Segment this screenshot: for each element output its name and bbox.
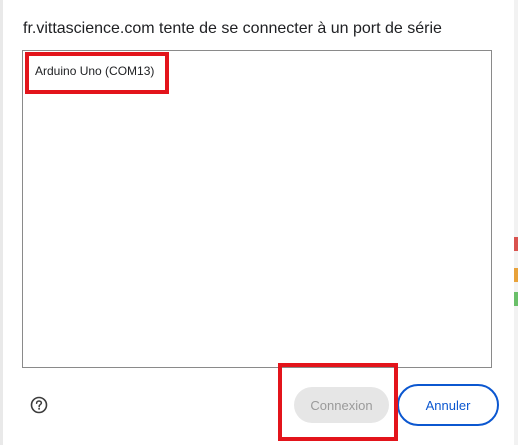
dialog-title: fr.vittascience.com tente de se connecte… bbox=[23, 20, 442, 37]
background-edge-mark bbox=[514, 237, 518, 251]
serial-port-dialog: fr.vittascience.com tente de se connecte… bbox=[3, 0, 514, 445]
background-edge-mark bbox=[514, 292, 518, 306]
serial-port-list[interactable]: Arduino Uno (COM13) bbox=[22, 50, 492, 368]
screenshot-page: fr.vittascience.com tente de se connecte… bbox=[0, 0, 518, 445]
help-icon[interactable] bbox=[28, 394, 50, 416]
cancel-button[interactable]: Annuler bbox=[397, 384, 499, 426]
connect-button[interactable]: Connexion bbox=[294, 387, 389, 423]
device-item-arduino-uno[interactable]: Arduino Uno (COM13) bbox=[35, 64, 154, 78]
help-circle-icon bbox=[30, 396, 48, 414]
background-edge-mark bbox=[514, 268, 518, 282]
background-page-edge-right bbox=[514, 0, 518, 445]
